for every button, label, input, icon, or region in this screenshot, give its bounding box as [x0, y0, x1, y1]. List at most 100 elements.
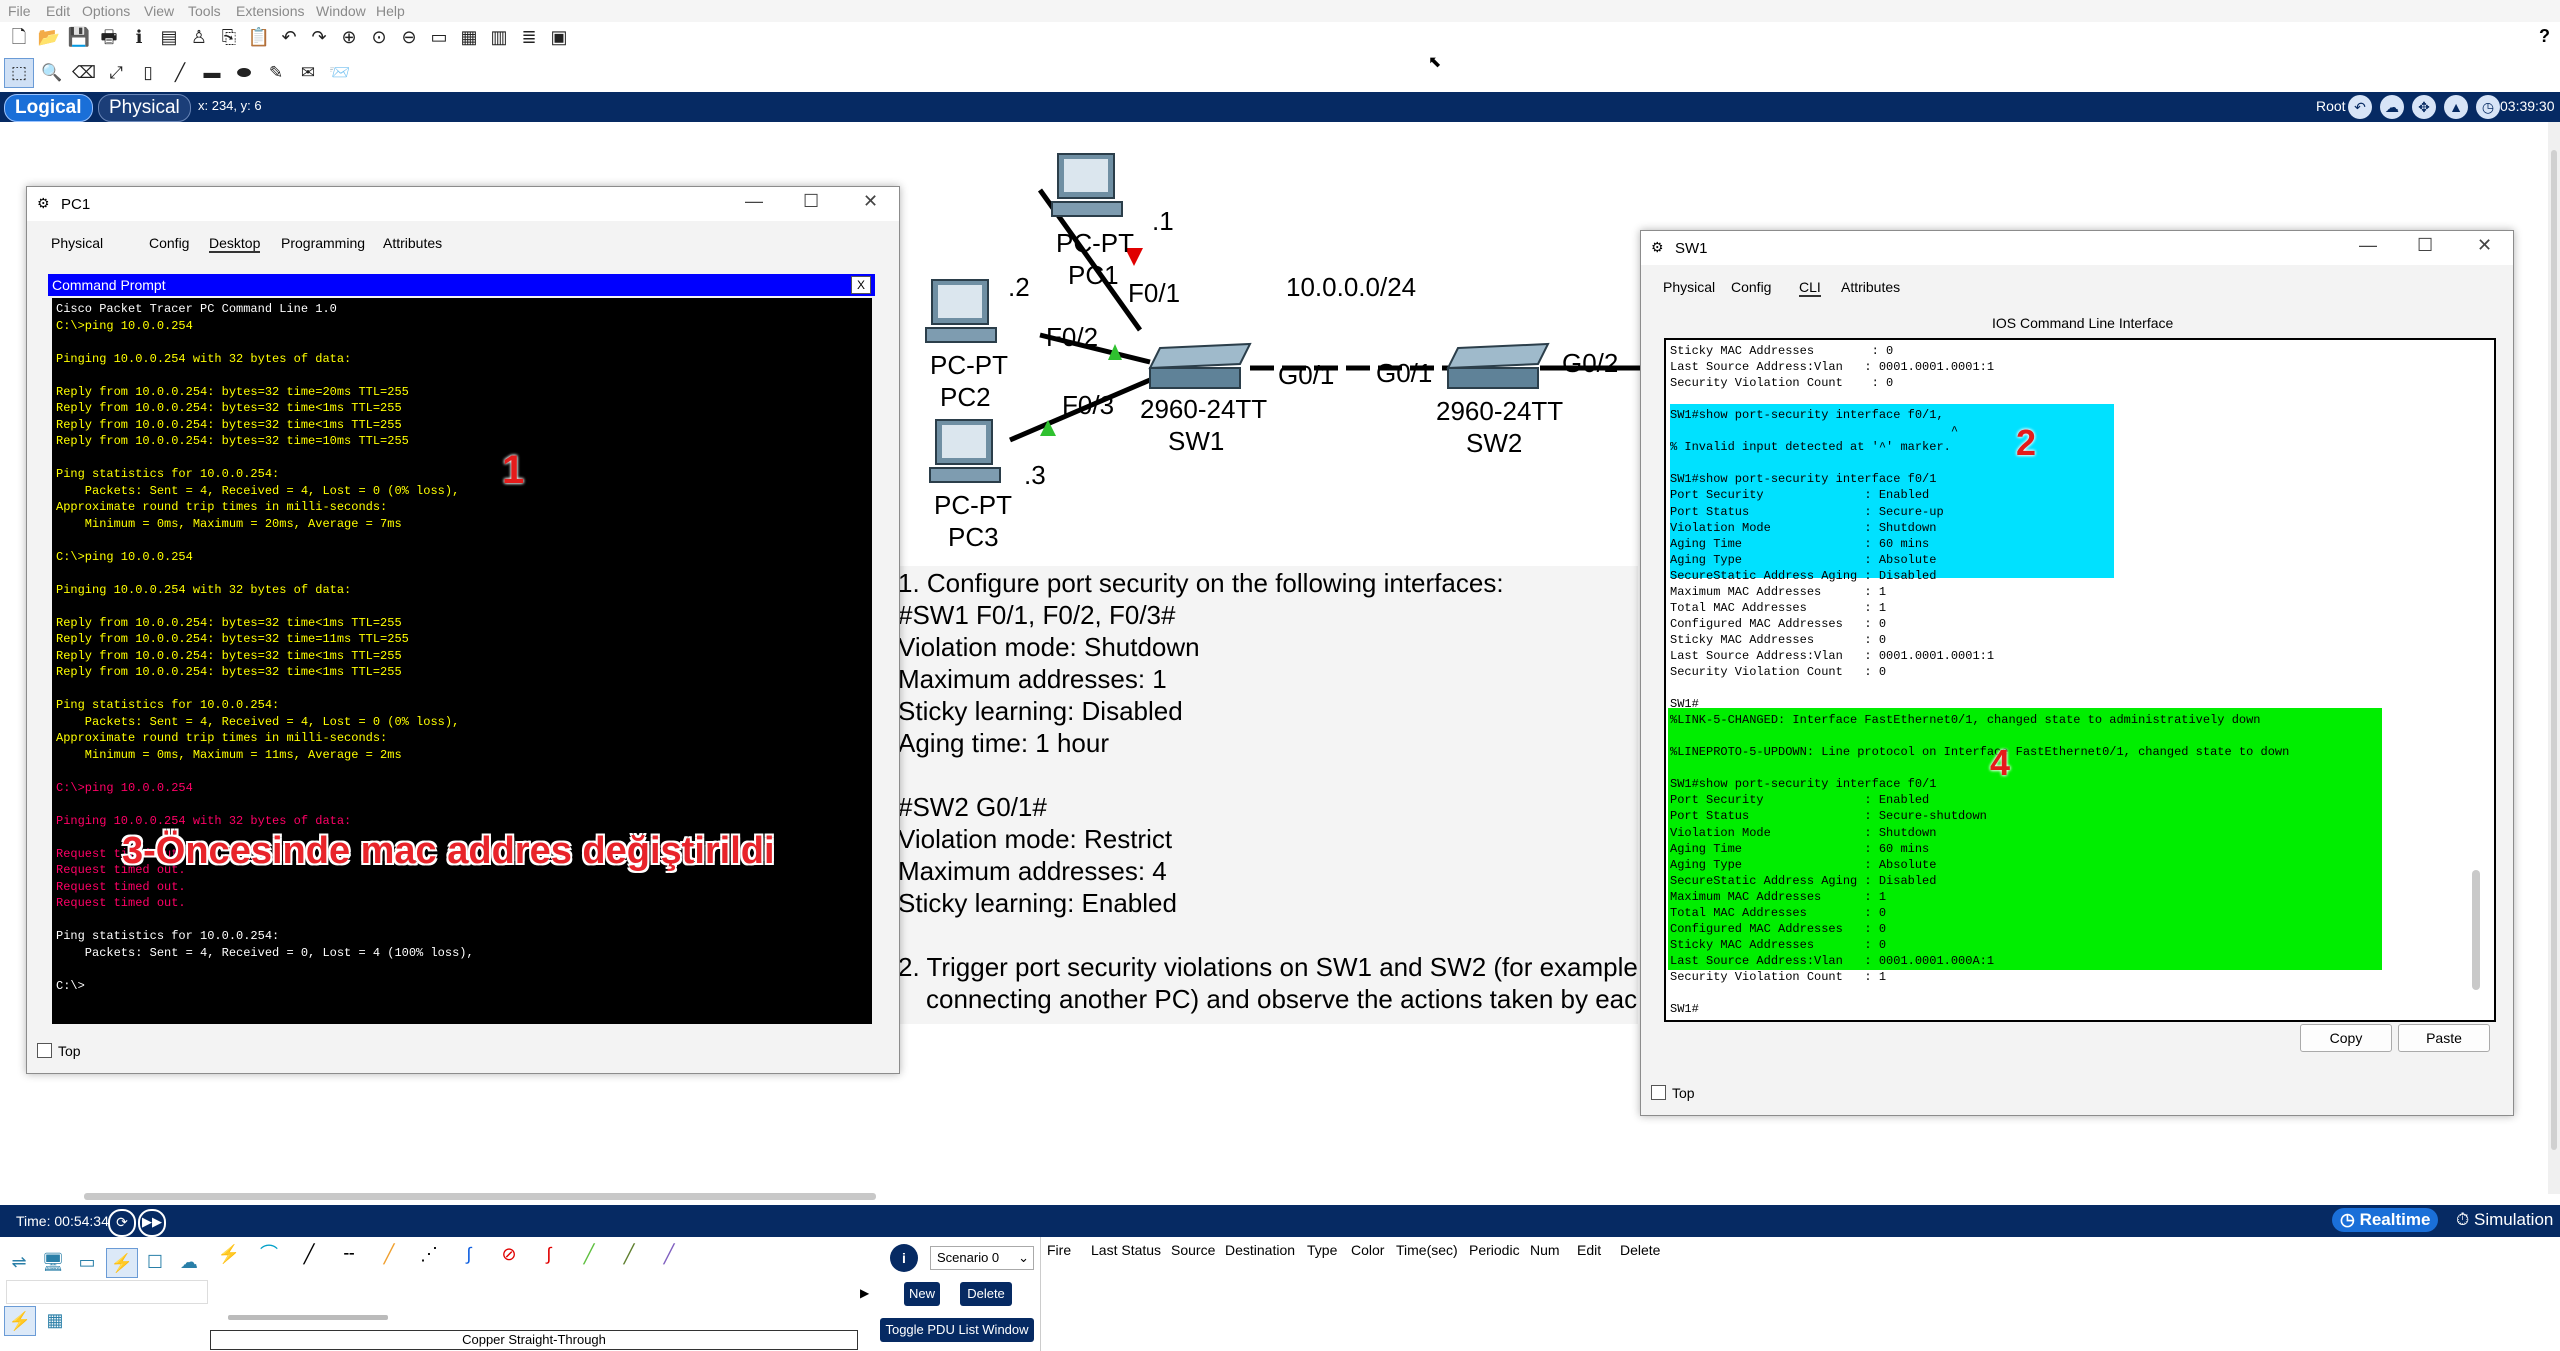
instruction-line: #SW1 F0/1, F0/2, F0/3#	[898, 600, 1176, 630]
toggle-pdu-list-button[interactable]: Toggle PDU List Window	[880, 1318, 1034, 1342]
terminal-line: Reply from 10.0.0.254: bytes=32 time<1ms…	[56, 665, 402, 679]
pc2-name-label: PC2	[940, 382, 991, 412]
connections-grid-icon[interactable]: ▦	[40, 1306, 70, 1334]
octal-cable-icon[interactable]: ╱	[574, 1240, 604, 1268]
pc1-type-label: PC-PT	[1056, 228, 1134, 258]
cli-line: SW1#show port-security interface f0/1	[1670, 472, 1937, 487]
sw1-cli-terminal[interactable]: Sticky MAC Addresses : 0 Last Source Addr…	[1664, 338, 2496, 1022]
command-prompt-close-button[interactable]: X	[851, 276, 871, 294]
pdu-column-header: Num	[1530, 1242, 1560, 1258]
terminal-line: Packets: Sent = 4, Received = 4, Lost = …	[56, 483, 460, 498]
cli-line: ^	[1670, 424, 1959, 439]
scenario-select[interactable]: Scenario 0 ⌄	[930, 1246, 1034, 1270]
straight-through-cable-icon[interactable]: ╱	[294, 1240, 324, 1268]
tab-config[interactable]: Config	[1731, 279, 1771, 295]
instruction-line: Sticky learning: Enabled	[898, 888, 1177, 918]
annotation-number: 2	[2016, 422, 2037, 463]
pdu-column-header: Fire	[1047, 1242, 1072, 1258]
tab-physical[interactable]: Physical	[51, 235, 103, 251]
tab-cli[interactable]: CLI	[1799, 279, 1821, 297]
pc1-device-icon[interactable]	[1050, 150, 1130, 225]
serial-dte-cable-icon[interactable]: ∫	[534, 1240, 564, 1268]
usb-cable-icon[interactable]: ╱	[654, 1240, 684, 1268]
cli-line: Port Status : Secure-shutdown	[1670, 809, 1987, 824]
pdu-column-header: Delete	[1620, 1242, 1661, 1258]
top-checkbox[interactable]: Top	[37, 1043, 81, 1059]
tab-physical[interactable]: Physical	[1663, 279, 1715, 295]
pc3-device-icon[interactable]	[928, 416, 1008, 491]
cli-line: Sticky MAC Addresses : 0	[1670, 937, 1887, 952]
end-devices-category-icon[interactable]: 🖥	[38, 1248, 68, 1276]
fiber-cable-icon[interactable]: ╱	[374, 1240, 404, 1268]
close-icon[interactable]: ✕	[2477, 235, 2492, 256]
cli-scrollbar-thumb[interactable]	[2472, 870, 2480, 990]
cli-line: SW1#	[1670, 697, 1699, 712]
top-checkbox[interactable]: Top	[1651, 1085, 1695, 1101]
cli-line: Violation Mode : Shutdown	[1670, 520, 1937, 535]
terminal-line: Request timed out.	[56, 879, 186, 894]
reset-time-icon[interactable]: ⟳	[108, 1209, 136, 1237]
new-scenario-button[interactable]: New	[904, 1282, 940, 1306]
cli-line: Violation Mode : Shutdown	[1670, 825, 1937, 840]
miscellaneous-category-icon[interactable]: ☐	[140, 1248, 170, 1276]
cli-line: Configured MAC Addresses : 0	[1670, 921, 1887, 936]
instruction-line: 2. Trigger port security violations on S…	[898, 952, 1638, 982]
pc1-terminal[interactable]: Cisco Packet Tracer PC Command Line 1.0 C…	[52, 298, 872, 1024]
scenario-info-icon[interactable]: i	[890, 1244, 918, 1272]
maximize-icon[interactable]: ☐	[2417, 235, 2433, 256]
cli-line: Maximum MAC Addresses : 1	[1670, 584, 1887, 599]
tab-config[interactable]: Config	[149, 235, 189, 251]
terminal-line: Approximate round trip times in milli-se…	[56, 731, 388, 745]
console-cable-icon[interactable]: ⌒	[254, 1240, 284, 1268]
sw2-port-left-label: G0/1	[1376, 358, 1433, 388]
copy-button[interactable]: Copy	[2300, 1024, 2392, 1052]
cli-line: SW1#	[1670, 1002, 1699, 1017]
terminal-line: Packets: Sent = 4, Received = 4, Lost = …	[56, 714, 460, 729]
pc2-device-icon[interactable]	[924, 276, 1004, 351]
instruction-line: 1. Configure port security on the follow…	[898, 568, 1504, 598]
realtime-mode-button[interactable]: ◷ Realtime	[2332, 1208, 2439, 1232]
cli-line: SecureStatic Address Aging : Disabled	[1670, 568, 1937, 583]
close-icon[interactable]: ✕	[863, 191, 878, 212]
automatic-connection-icon[interactable]: ⚡	[4, 1306, 36, 1336]
pc1-window-titlebar[interactable]: ⚙ PC1 — ☐ ✕	[27, 187, 899, 221]
sw2-device-icon[interactable]	[1444, 340, 1550, 392]
terminal-line: Minimum = 0ms, Maximum = 20ms, Average =…	[56, 516, 402, 531]
terminal-line: Packets: Sent = 4, Received = 0, Lost = …	[56, 945, 474, 960]
simulation-mode-button[interactable]: ⏱ Simulation	[2450, 1208, 2559, 1232]
phone-cable-icon[interactable]: ⋰	[414, 1240, 444, 1268]
serial-dce-cable-icon[interactable]: ⊘	[494, 1240, 524, 1268]
pc3-type-label: PC-PT	[934, 490, 1012, 520]
tab-attributes[interactable]: Attributes	[383, 235, 442, 251]
sw1-device-icon[interactable]	[1146, 340, 1252, 392]
tab-programming[interactable]: Programming	[281, 235, 365, 251]
tab-attributes[interactable]: Attributes	[1841, 279, 1900, 295]
minimize-icon[interactable]: —	[2359, 235, 2377, 256]
paste-button[interactable]: Paste	[2398, 1024, 2490, 1052]
terminal-line: Reply from 10.0.0.254: bytes=32 time=10m…	[56, 434, 409, 448]
chevron-down-icon: ⌄	[1018, 1250, 1029, 1265]
cli-line: %LINEPROTO-5-UPDOWN: Line protocol on In…	[1670, 745, 2290, 760]
coaxial-cable-icon[interactable]: ∫	[454, 1240, 484, 1268]
crossover-cable-icon[interactable]: ╌	[334, 1240, 364, 1268]
network-devices-category-icon[interactable]: ⇌	[4, 1248, 34, 1276]
delete-scenario-button[interactable]: Delete	[960, 1282, 1012, 1306]
auto-connection-cable-icon[interactable]: ⚡	[214, 1240, 244, 1268]
cli-line: Port Status : Secure-up	[1670, 504, 1944, 519]
maximize-icon[interactable]: ☐	[803, 191, 819, 212]
pc2-type-label: PC-PT	[930, 350, 1008, 380]
sw1-window-titlebar[interactable]: ⚙ SW1 — ☐ ✕	[1641, 231, 2513, 265]
cli-line: Sticky MAC Addresses : 0	[1670, 632, 1887, 647]
connections-category-icon[interactable]: ⚡	[106, 1248, 138, 1278]
expand-panel-icon[interactable]: ▶	[860, 1286, 869, 1300]
iot-cable-icon[interactable]: ╱	[614, 1240, 644, 1268]
minimize-icon[interactable]: —	[745, 191, 763, 212]
instruction-line: Aging time: 1 hour	[898, 728, 1110, 758]
pdu-column-header: Destination	[1225, 1242, 1296, 1258]
cli-line: % Invalid input detected at '^' marker.	[1670, 440, 1951, 455]
fast-forward-icon[interactable]: ▶▶	[138, 1209, 166, 1237]
cable-palette-scrollbar[interactable]	[228, 1315, 388, 1320]
components-category-icon[interactable]: ▭	[72, 1248, 102, 1276]
tab-desktop[interactable]: Desktop	[209, 235, 261, 253]
multiuser-category-icon[interactable]: ☁	[174, 1248, 204, 1276]
